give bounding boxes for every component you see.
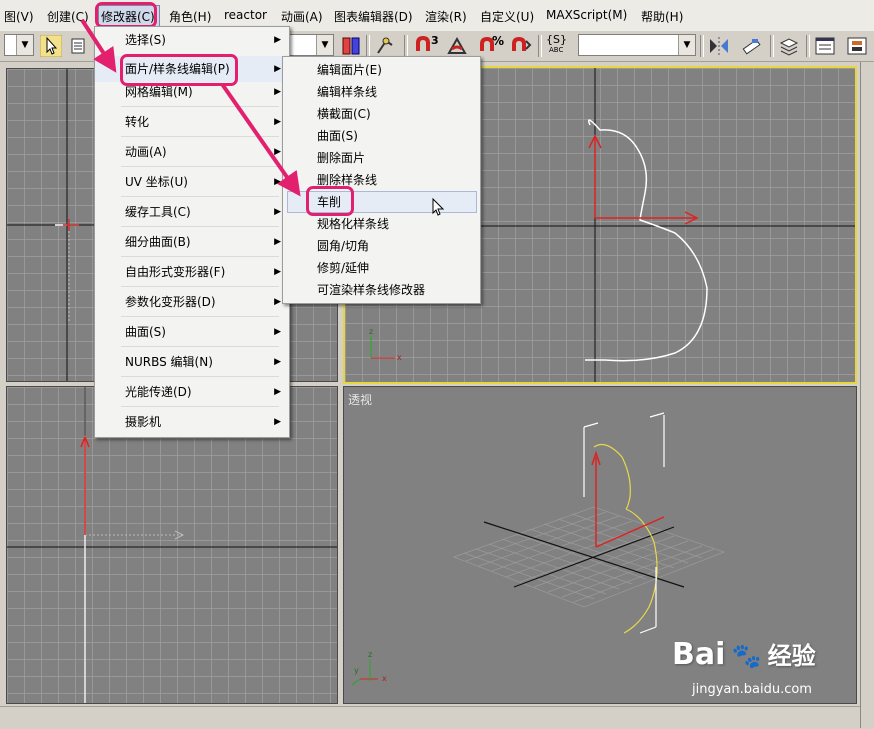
watermark-logo-suffix: 经验 [767, 642, 816, 670]
paw-icon: 🐾 [731, 642, 762, 670]
watermark-logo-text: Bai [672, 637, 726, 672]
watermark-url: jingyan.baidu.com [692, 682, 812, 697]
annotation-arrows [80, 18, 301, 197]
annotation-arrow-2 [220, 82, 301, 197]
baidu-watermark: Bai 🐾 经验 jingyan.baidu.com [672, 636, 816, 697]
annotation-arrow-1 [80, 18, 117, 73]
